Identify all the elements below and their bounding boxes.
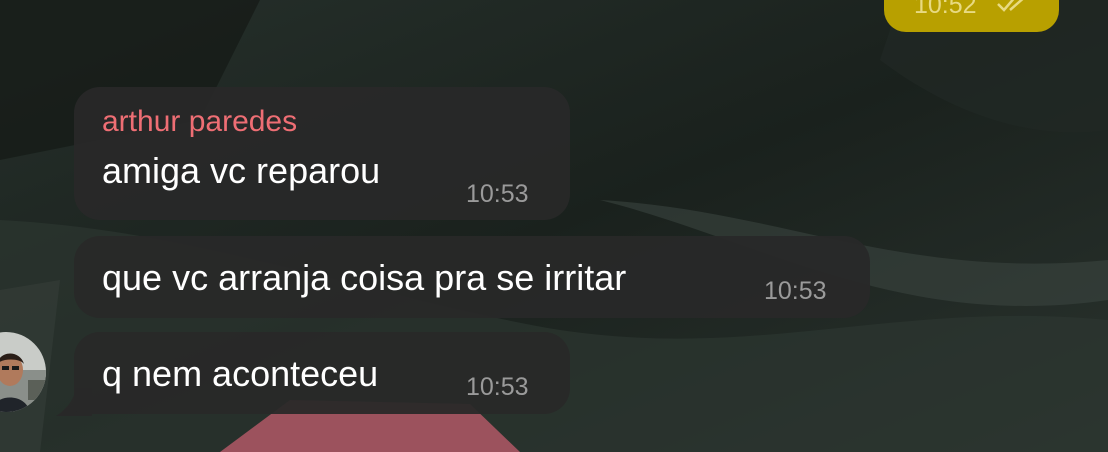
message-time: 10:53	[466, 180, 529, 208]
incoming-message-bubble[interactable]: arthur paredes amiga vc reparou 10:53	[74, 87, 570, 220]
incoming-message-bubble[interactable]: que vc arranja coisa pra se irritar 10:5…	[74, 236, 870, 318]
incoming-message-bubble[interactable]: q nem aconteceu 10:53	[74, 332, 570, 414]
sender-name[interactable]: arthur paredes	[102, 103, 297, 141]
message-text: q nem aconteceu	[102, 353, 379, 394]
outgoing-message-bubble[interactable]: 10:52	[884, 0, 1059, 32]
sender-avatar[interactable]	[0, 330, 46, 414]
message-time: 10:53	[764, 277, 827, 305]
message-time: 10:53	[466, 373, 529, 401]
message-time: 10:52	[914, 0, 977, 19]
message-text: que vc arranja coisa pra se irritar	[102, 257, 627, 298]
double-check-icon	[997, 0, 1024, 12]
avatar-icon	[0, 332, 46, 412]
message-text: amiga vc reparou	[102, 150, 381, 191]
